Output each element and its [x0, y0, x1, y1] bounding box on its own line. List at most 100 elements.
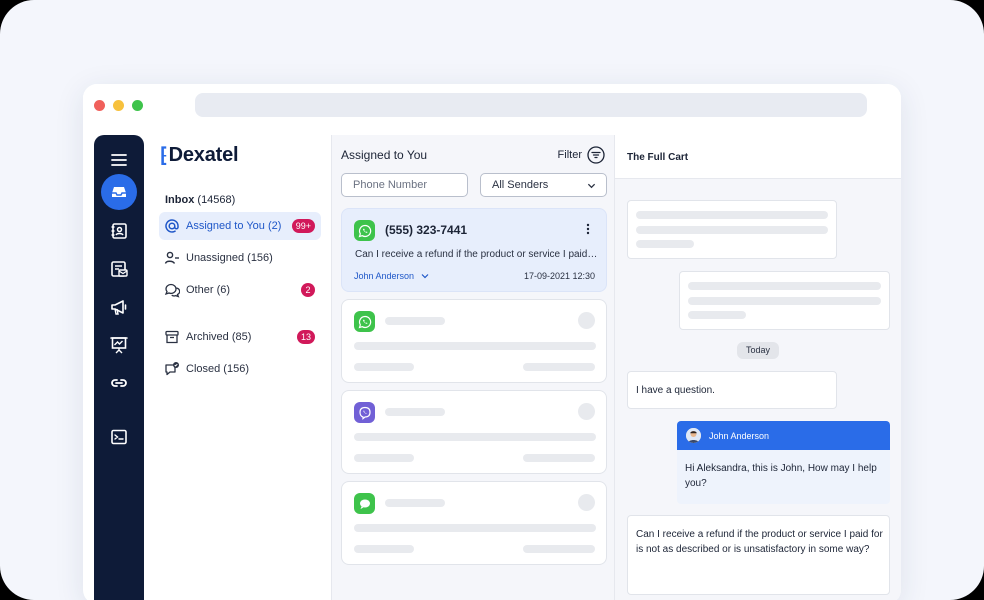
- rail-campaigns-button[interactable]: [101, 289, 137, 325]
- day-separator: Today: [737, 342, 779, 359]
- whatsapp-icon: [358, 315, 371, 328]
- megaphone-icon: [111, 300, 127, 315]
- senders-dropdown[interactable]: All Senders: [480, 173, 607, 197]
- whatsapp-badge: [354, 220, 375, 241]
- chat-panel: The Full Cart Today I have a question. J…: [614, 135, 901, 600]
- brand-name: Dexatel: [168, 144, 239, 166]
- chat-bubbles-icon: [164, 283, 180, 298]
- nav-item-unassigned[interactable]: Unassigned (156): [159, 244, 321, 272]
- nav-item-other[interactable]: Other (6) 2: [159, 276, 321, 304]
- filter-icon: [587, 146, 605, 164]
- avatar-icon: [686, 428, 701, 443]
- conversation-card[interactable]: [341, 390, 607, 474]
- page-background: ⁅ Dexatel Inbox (14568) Assigned to You …: [0, 0, 984, 600]
- count-badge: 2: [301, 283, 315, 297]
- assigned-agent[interactable]: John Anderson: [354, 271, 429, 281]
- skeleton-line: [354, 433, 596, 441]
- nav-item-closed[interactable]: Closed (156): [159, 355, 321, 383]
- skeleton-line: [354, 524, 596, 532]
- nav-item-label: Assigned to You (2): [186, 220, 282, 232]
- chevron-down-icon: [587, 183, 596, 189]
- agent-message-header: John Anderson: [677, 421, 890, 450]
- skeleton-line: [636, 240, 694, 248]
- menu-button[interactable]: [101, 142, 137, 178]
- chat-title: The Full Cart: [627, 152, 689, 163]
- address-bar[interactable]: [195, 93, 867, 117]
- inbox-count: (14568): [197, 194, 236, 206]
- inbox-nav: ⁅ Dexatel Inbox (14568) Assigned to You …: [144, 135, 330, 600]
- inbox-heading: Inbox (14568): [165, 194, 235, 206]
- minimize-window-button[interactable]: [113, 100, 124, 111]
- conversation-list: Assigned to You Filter All Senders (555)…: [331, 135, 614, 600]
- skeleton-line: [354, 545, 414, 553]
- skeleton-line: [688, 311, 746, 319]
- maximize-window-button[interactable]: [132, 100, 143, 111]
- skeleton-line: [688, 282, 881, 290]
- agent-name: John Anderson: [709, 431, 770, 441]
- inbox-icon: [112, 187, 126, 197]
- nav-item-label: Other (6): [186, 284, 231, 296]
- rail-contacts-button[interactable]: [101, 213, 137, 249]
- link-icon: [111, 379, 127, 387]
- nav-item-archived[interactable]: Archived (85) 13: [159, 323, 321, 351]
- skeleton-avatar: [578, 312, 595, 329]
- conversation-card-active[interactable]: (555) 323-7441 Can I receive a refund if…: [341, 208, 607, 292]
- phone-number-input[interactable]: [341, 173, 468, 197]
- rail-integrations-button[interactable]: [101, 365, 137, 401]
- skeleton-line: [385, 408, 445, 416]
- customer-message: Can I receive a refund if the product or…: [627, 515, 890, 595]
- browser-titlebar: [83, 84, 901, 126]
- dexatel-mark-icon: ⁅: [160, 145, 168, 167]
- skeleton-line: [385, 499, 445, 507]
- contact-phone: (555) 323-7441: [385, 223, 468, 237]
- nav-item-assigned[interactable]: Assigned to You (2) 99+: [159, 212, 321, 240]
- message-bubble-placeholder: [679, 271, 890, 330]
- senders-value: All Senders: [492, 179, 549, 191]
- rail-inbox-button[interactable]: [101, 174, 137, 210]
- message-text: Can I receive a refund if the product or…: [636, 529, 883, 555]
- skeleton-line: [354, 342, 596, 350]
- imessage-badge: [354, 493, 375, 514]
- skeleton-line: [354, 454, 414, 462]
- close-window-button[interactable]: [94, 100, 105, 111]
- conversation-card[interactable]: [341, 481, 607, 565]
- conversation-card[interactable]: [341, 299, 607, 383]
- skeleton-line: [523, 545, 595, 553]
- rail-analytics-button[interactable]: [101, 327, 137, 363]
- chat-header: The Full Cart: [615, 135, 901, 179]
- skeleton-line: [385, 317, 445, 325]
- more-options-icon[interactable]: [586, 223, 590, 235]
- chat-check-icon: [165, 362, 179, 376]
- skeleton-avatar: [578, 494, 595, 511]
- brand-logo[interactable]: ⁅ Dexatel: [160, 143, 239, 168]
- filter-label: Filter: [557, 149, 582, 161]
- message-text: I have a question.: [636, 385, 715, 396]
- filter-button[interactable]: Filter: [558, 146, 605, 164]
- terminal-icon: [111, 429, 127, 445]
- archive-icon: [165, 330, 179, 344]
- rail-templates-button[interactable]: [101, 251, 137, 287]
- viber-icon: [358, 406, 371, 420]
- nav-item-label: Unassigned (156): [186, 252, 273, 264]
- imessage-icon: [359, 499, 370, 509]
- agent-avatar: [686, 428, 701, 443]
- agent-message: John Anderson Hi Aleksandra, this is Joh…: [677, 421, 890, 504]
- user-minus-icon: [164, 251, 179, 264]
- viber-badge: [354, 402, 375, 423]
- rail-developer-button[interactable]: [101, 419, 137, 455]
- skeleton-line: [636, 226, 828, 234]
- agent-name: John Anderson: [354, 271, 415, 281]
- message-text: Hi Aleksandra, this is John, How may I h…: [685, 463, 877, 489]
- whatsapp-badge: [354, 311, 375, 332]
- count-badge: 99+: [291, 219, 315, 233]
- message-preview: Can I receive a refund if the product or…: [355, 249, 599, 260]
- nav-item-label: Closed (156): [186, 363, 249, 375]
- count-badge: 13: [296, 330, 315, 344]
- message-bubble-placeholder: [627, 200, 837, 259]
- list-title: Assigned to You: [341, 148, 428, 162]
- templates-icon: [111, 261, 128, 277]
- skeleton-line: [523, 454, 595, 462]
- presentation-icon: [110, 337, 128, 354]
- skeleton-line: [523, 363, 595, 371]
- app-window: ⁅ Dexatel Inbox (14568) Assigned to You …: [83, 84, 901, 600]
